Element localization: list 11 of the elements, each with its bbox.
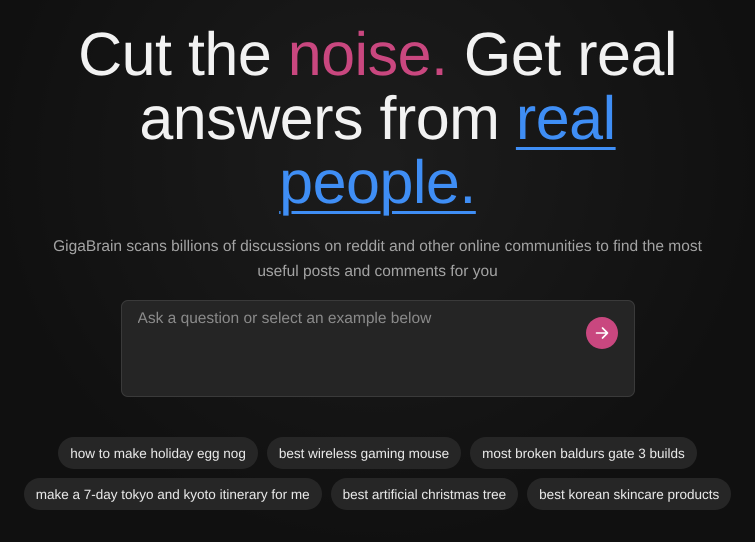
example-chip[interactable]: best korean skincare products xyxy=(527,478,732,510)
arrow-right-icon xyxy=(594,325,610,341)
question-field[interactable]: Ask a question or select an example below xyxy=(138,309,586,329)
send-button[interactable] xyxy=(586,317,618,349)
headline: Cut the noise. Get real answers from real people. xyxy=(77,22,678,214)
example-chip[interactable]: best artificial christmas tree xyxy=(330,478,518,510)
example-chip[interactable]: best wireless gaming mouse xyxy=(266,437,462,469)
subtitle: GigaBrain scans billions of discussions on reddit and other online communities to find the most useful posts and comments for you xyxy=(52,237,703,282)
example-chip[interactable]: make a 7-day tokyo and kyoto itinerary for me xyxy=(24,478,322,510)
example-chip[interactable]: how to make holiday egg nog xyxy=(58,437,258,469)
example-chip[interactable]: most broken baldurs gate 3 builds xyxy=(470,437,697,469)
